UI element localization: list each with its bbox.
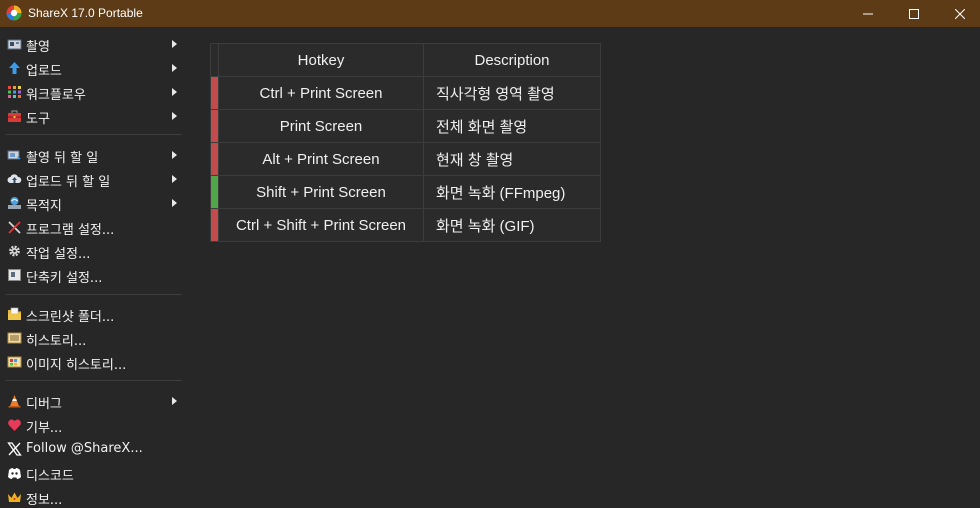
hotkey-status-indicator (210, 175, 219, 209)
window-title: ShareX 17.0 Portable (28, 6, 143, 20)
menu-item-label: 디스코드 (26, 469, 74, 484)
heart-icon (8, 419, 21, 431)
maximize-button[interactable] (891, 0, 937, 27)
camera-icon (7, 39, 22, 50)
menu-item-follow-x[interactable]: Follow @ShareX... (0, 438, 190, 460)
hotkey-table: Hotkey Description Ctrl + Print Screen 직… (210, 43, 601, 242)
table-row[interactable]: Alt + Print Screen 현재 창 촬영 (210, 142, 601, 176)
menu-separator (6, 294, 182, 295)
submenu-arrow-icon (172, 88, 177, 96)
hotkey-status-indicator (210, 76, 219, 110)
close-button[interactable] (937, 0, 980, 27)
workflow-grid-icon (8, 86, 21, 98)
menu-item-debug[interactable]: 디버그 (0, 390, 190, 412)
menu-item-hotkey-settings[interactable]: 단축키 설정... (0, 264, 190, 286)
submenu-arrow-icon (172, 64, 177, 72)
hotkey-status-indicator (210, 208, 219, 242)
menu-item-history[interactable]: 히스토리... (0, 327, 190, 349)
status-column-header (210, 43, 219, 77)
description-cell[interactable]: 현재 창 촬영 (423, 142, 601, 176)
menu-item-label: 프로그램 설정... (26, 223, 115, 238)
description-cell[interactable]: 직사각형 영역 촬영 (423, 76, 601, 110)
menu-item-label: 촬영 (26, 40, 50, 55)
sharex-logo-icon (6, 5, 22, 21)
after-capture-icon (7, 150, 21, 160)
x-logo-icon (7, 442, 22, 456)
menu-separator (6, 134, 182, 135)
title-bar: ShareX 17.0 Portable (0, 0, 980, 27)
minimize-icon (863, 13, 873, 14)
table-header-row: Hotkey Description (210, 43, 601, 77)
menu-item-tools[interactable]: 도구 (0, 105, 190, 127)
menu-item-discord[interactable]: 디스코드 (0, 462, 190, 484)
cone-icon (8, 395, 21, 408)
image-history-icon (7, 356, 22, 368)
destination-icon (8, 197, 21, 209)
menu-item-label: 기부... (26, 421, 63, 436)
upload-arrow-icon (9, 62, 20, 74)
menu-item-destinations[interactable]: 목적지 (0, 192, 190, 214)
cloud-upload-icon (7, 174, 22, 183)
hotkey-cell[interactable]: Shift + Print Screen (218, 175, 424, 209)
submenu-arrow-icon (172, 397, 177, 405)
menu-item-task-settings[interactable]: 작업 설정... (0, 240, 190, 262)
menu-item-label: 업로드 뒤 할 일 (26, 175, 111, 190)
menu-item-donate[interactable]: 기부... (0, 414, 190, 436)
hotkey-column-header[interactable]: Hotkey (218, 43, 424, 77)
menu-item-label: 이미지 히스토리... (26, 358, 127, 373)
toolbox-icon (8, 110, 21, 122)
menu-item-label: Follow @ShareX... (26, 441, 143, 456)
menu-item-screenshots-folder[interactable]: 스크린샷 폴더... (0, 303, 190, 325)
gear-icon (9, 245, 20, 257)
menu-separator (6, 380, 182, 381)
table-row[interactable]: Shift + Print Screen 화면 녹화 (FFmpeg) (210, 175, 601, 209)
table-row[interactable]: Print Screen 전체 화면 촬영 (210, 109, 601, 143)
menu-item-about[interactable]: 정보... (0, 486, 190, 508)
hotkey-status-indicator (210, 109, 219, 143)
menu-item-label: 작업 설정... (26, 247, 91, 262)
menu-item-application-settings[interactable]: 프로그램 설정... (0, 216, 190, 238)
description-column-header[interactable]: Description (423, 43, 601, 77)
submenu-arrow-icon (172, 151, 177, 159)
menu-item-label: 촬영 뒤 할 일 (26, 151, 99, 166)
minimize-button[interactable] (845, 0, 891, 27)
menu-item-after-upload[interactable]: 업로드 뒤 할 일 (0, 168, 190, 190)
menu-item-label: 스크린샷 폴더... (26, 310, 115, 325)
menu-item-label: 디버그 (26, 397, 62, 412)
menu-item-label: 목적지 (26, 199, 62, 214)
menu-item-label: 도구 (26, 112, 50, 127)
table-row[interactable]: Ctrl + Shift + Print Screen 화면 녹화 (GIF) (210, 208, 601, 242)
close-icon (955, 8, 965, 19)
crown-icon (8, 492, 21, 502)
discord-icon (8, 468, 21, 479)
hotkey-cell[interactable]: Alt + Print Screen (218, 142, 424, 176)
submenu-arrow-icon (172, 40, 177, 48)
keyboard-icon (8, 269, 21, 281)
menu-item-workflow[interactable]: 워크플로우 (0, 81, 190, 103)
menu-item-upload[interactable]: 업로드 (0, 57, 190, 79)
description-cell[interactable]: 화면 녹화 (GIF) (423, 208, 601, 242)
folder-icon (8, 307, 21, 320)
hotkey-cell[interactable]: Ctrl + Shift + Print Screen (218, 208, 424, 242)
description-cell[interactable]: 화면 녹화 (FFmpeg) (423, 175, 601, 209)
menu-item-label: 단축키 설정... (26, 271, 103, 286)
menu-item-label: 워크플로우 (26, 88, 86, 103)
menu-item-capture[interactable]: 촬영 (0, 33, 190, 55)
menu-item-image-history[interactable]: 이미지 히스토리... (0, 351, 190, 373)
submenu-arrow-icon (172, 175, 177, 183)
maximize-icon (909, 8, 919, 19)
menu-item-label: 업로드 (26, 64, 62, 79)
table-row[interactable]: Ctrl + Print Screen 직사각형 영역 촬영 (210, 76, 601, 110)
menu-item-after-capture[interactable]: 촬영 뒤 할 일 (0, 144, 190, 166)
menu-item-label: 정보... (26, 493, 63, 508)
menu-item-label: 히스토리... (26, 334, 87, 349)
hotkey-cell[interactable]: Print Screen (218, 109, 424, 143)
hotkey-cell[interactable]: Ctrl + Print Screen (218, 76, 424, 110)
tools-icon (8, 221, 21, 234)
history-icon (7, 332, 22, 344)
hotkey-status-indicator (210, 142, 219, 176)
submenu-arrow-icon (172, 199, 177, 207)
description-cell[interactable]: 전체 화면 촬영 (423, 109, 601, 143)
submenu-arrow-icon (172, 112, 177, 120)
